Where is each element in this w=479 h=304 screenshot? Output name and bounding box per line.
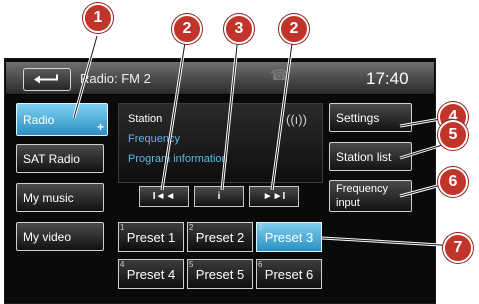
callout-5: 5 [438, 120, 468, 150]
callout-7: 7 [443, 233, 473, 263]
callout-3: 3 [224, 14, 254, 44]
callout-2-left: 2 [172, 14, 202, 44]
radio-screen-figure: Radio: FM 2 ☎ 17:40 Radio + SAT Radio My… [0, 0, 479, 304]
callout-2-right: 2 [279, 14, 309, 44]
callout-leader-lines [72, 35, 458, 248]
callout-6: 6 [438, 167, 468, 197]
callout-1: 1 [83, 3, 113, 33]
